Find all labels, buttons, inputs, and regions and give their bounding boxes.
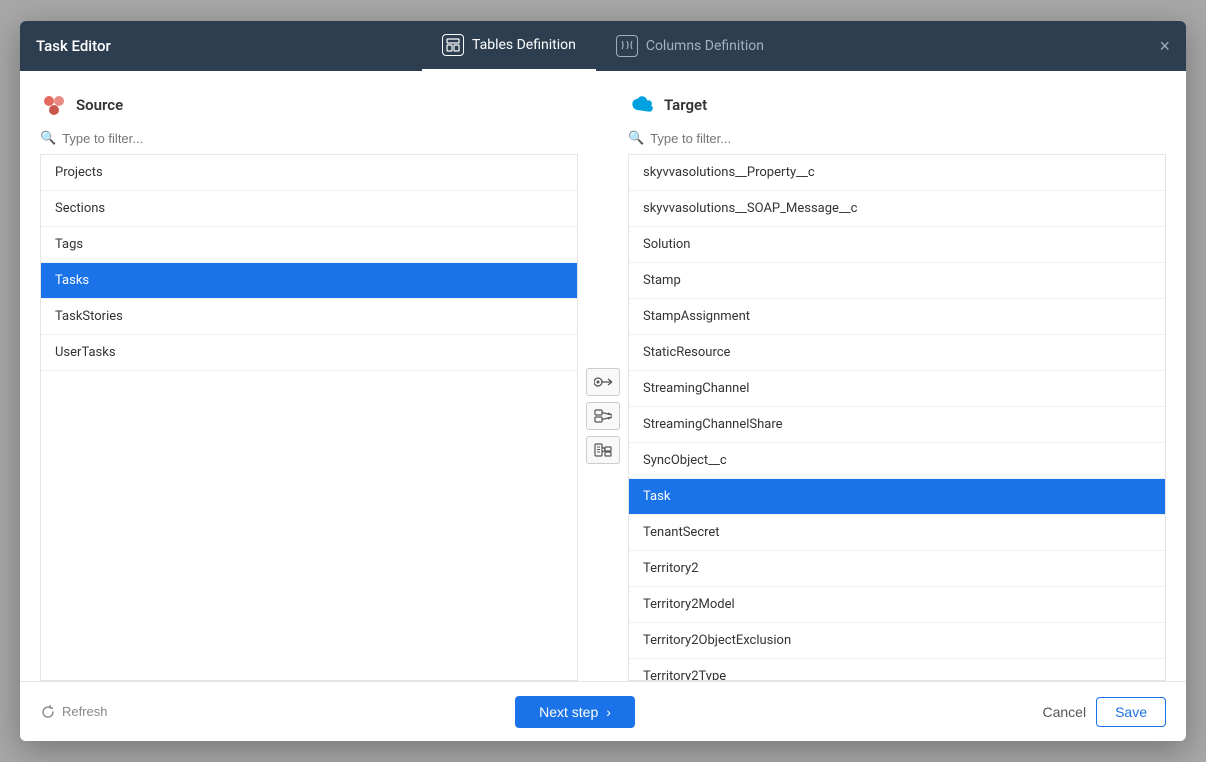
modal-footer: Refresh Next step › Cancel Save: [20, 681, 1186, 741]
target-item-territory2-object-exclusion[interactable]: Territory2ObjectExclusion: [629, 623, 1165, 659]
target-item-sync-object[interactable]: SyncObject__c: [629, 443, 1165, 479]
target-item-task[interactable]: Task: [629, 479, 1165, 515]
target-panel-header: Target: [628, 91, 1166, 119]
tables-tab-icon: [442, 34, 464, 56]
middle-controls: [578, 91, 628, 681]
next-step-button[interactable]: Next step ›: [515, 696, 635, 728]
source-item-taskstories[interactable]: TaskStories: [41, 299, 577, 335]
tab-tables-label: Tables Definition: [472, 37, 576, 53]
modal-title: Task Editor: [36, 37, 111, 55]
source-item-tags[interactable]: Tags: [41, 227, 577, 263]
target-item-territory2[interactable]: Territory2: [629, 551, 1165, 587]
target-item-territory2-type[interactable]: Territory2Type: [629, 659, 1165, 681]
next-step-icon: ›: [606, 704, 611, 720]
refresh-button[interactable]: Refresh: [40, 704, 108, 720]
save-button[interactable]: Save: [1096, 697, 1166, 727]
target-item-streaming-channel-share[interactable]: StreamingChannelShare: [629, 407, 1165, 443]
tab-columns[interactable]: Columns Definition: [596, 21, 784, 71]
modal-body: Source 🔍 Projects Sections Tags Tasks Ta…: [20, 71, 1186, 741]
target-search-input[interactable]: [650, 131, 1166, 146]
target-panel: Target 🔍 skyvvasolutions__Property__c sk…: [628, 91, 1166, 681]
target-item-stamp-assignment[interactable]: StampAssignment: [629, 299, 1165, 335]
target-filter-row: 🔍: [628, 131, 1166, 146]
source-item-sections[interactable]: Sections: [41, 191, 577, 227]
source-item-usertasks[interactable]: UserTasks: [41, 335, 577, 371]
footer-right: Cancel Save: [1042, 697, 1166, 727]
target-item-streaming-channel[interactable]: StreamingChannel: [629, 371, 1165, 407]
refresh-label: Refresh: [62, 704, 108, 719]
source-panel-header: Source: [40, 91, 578, 119]
target-list[interactable]: skyvvasolutions__Property__c skyvvasolut…: [628, 154, 1166, 681]
tab-columns-label: Columns Definition: [646, 38, 764, 54]
target-item-soap[interactable]: skyvvasolutions__SOAP_Message__c: [629, 191, 1165, 227]
target-item-tenant-secret[interactable]: TenantSecret: [629, 515, 1165, 551]
header-tabs: Tables Definition Columns Definition: [422, 21, 784, 71]
auto-map-button[interactable]: [586, 436, 620, 464]
source-icon: [40, 91, 68, 119]
source-filter-row: 🔍: [40, 131, 578, 146]
close-button[interactable]: ×: [1159, 37, 1170, 55]
map-field-button[interactable]: [586, 402, 620, 430]
source-search-icon: 🔍: [40, 131, 56, 146]
source-item-tasks[interactable]: Tasks: [41, 263, 577, 299]
source-list[interactable]: Projects Sections Tags Tasks TaskStories…: [40, 154, 578, 681]
target-title: Target: [664, 96, 707, 114]
source-search-input[interactable]: [62, 131, 578, 146]
map-key-button[interactable]: [586, 368, 620, 396]
target-search-icon: 🔍: [628, 131, 644, 146]
modal-header: Task Editor Tables Definition: [20, 21, 1186, 71]
salesforce-icon: [628, 91, 656, 119]
refresh-icon: [40, 704, 56, 720]
tab-tables[interactable]: Tables Definition: [422, 21, 596, 71]
source-title: Source: [76, 96, 123, 114]
source-panel: Source 🔍 Projects Sections Tags Tasks Ta…: [40, 91, 578, 681]
footer-center: Next step ›: [108, 696, 1043, 728]
task-editor-modal: Task Editor Tables Definition: [20, 21, 1186, 741]
next-step-label: Next step: [539, 704, 598, 720]
target-item-solution[interactable]: Solution: [629, 227, 1165, 263]
source-item-projects[interactable]: Projects: [41, 155, 577, 191]
target-item-stamp[interactable]: Stamp: [629, 263, 1165, 299]
target-item-territory2-model[interactable]: Territory2Model: [629, 587, 1165, 623]
target-item-property[interactable]: skyvvasolutions__Property__c: [629, 155, 1165, 191]
cancel-button[interactable]: Cancel: [1042, 704, 1086, 720]
target-item-static-resource[interactable]: StaticResource: [629, 335, 1165, 371]
columns-tab-icon: [616, 35, 638, 57]
panels-container: Source 🔍 Projects Sections Tags Tasks Ta…: [20, 71, 1186, 681]
